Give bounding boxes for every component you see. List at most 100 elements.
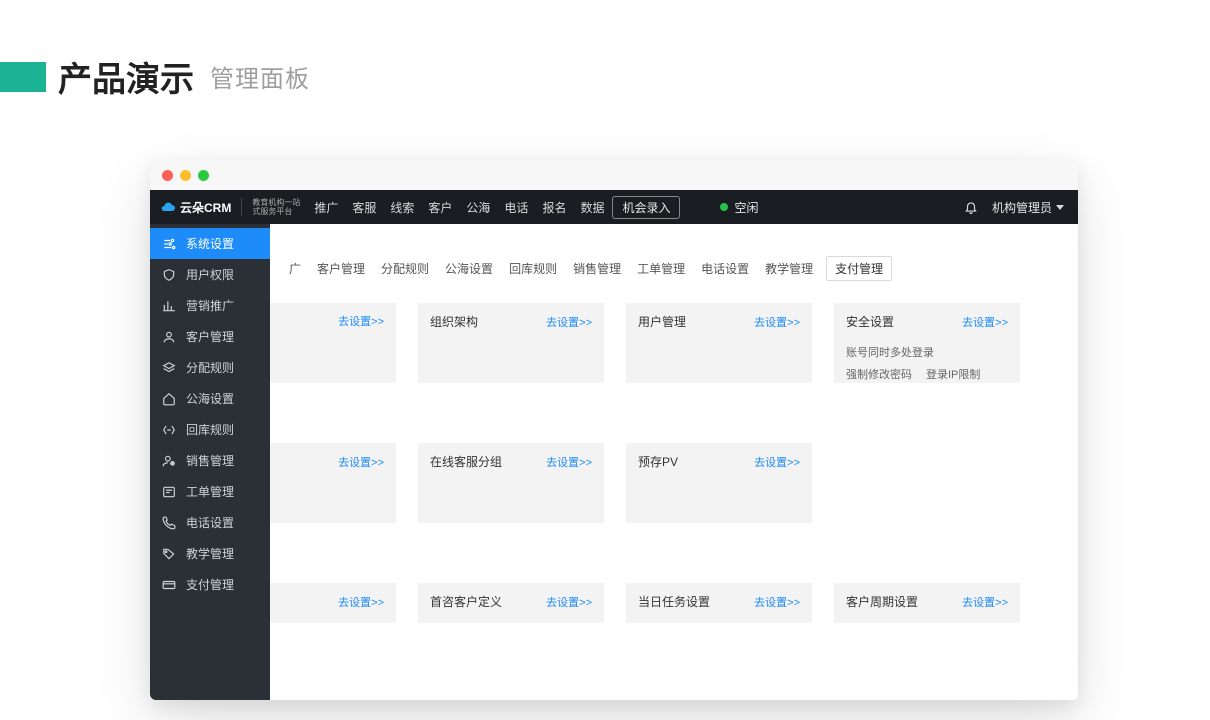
card-title: 组织架构: [430, 313, 478, 330]
go-configure-link[interactable]: 去设置>>: [754, 454, 800, 470]
sidebar-item-0[interactable]: 系统设置: [150, 228, 270, 259]
sales-icon: [162, 454, 176, 468]
divider: [241, 198, 242, 216]
nav-item-5[interactable]: 电话: [504, 199, 528, 216]
nav-item-6[interactable]: 报名: [542, 199, 566, 216]
tab-3[interactable]: 公海设置: [442, 256, 496, 281]
nav-item-0[interactable]: 推广: [314, 199, 338, 216]
slide-title: 产品演示: [58, 52, 194, 101]
go-configure-link[interactable]: 去设置>>: [546, 594, 592, 610]
chevron-down-icon: [1056, 205, 1064, 210]
settings-card-grid: 去设置>>组织架构去设置>>用户管理去设置>>安全设置去设置>>账号同时多处登录…: [270, 303, 1062, 623]
nav-item-7[interactable]: 数据: [580, 199, 604, 216]
window-close-button[interactable]: [162, 170, 173, 181]
record-opportunity-button[interactable]: 机会录入: [612, 196, 680, 219]
sidebar-item-11[interactable]: 支付管理: [150, 569, 270, 600]
sidebar-item-label: 回库规则: [186, 421, 234, 438]
tab-0[interactable]: 广: [286, 256, 304, 281]
cloud-icon: [160, 201, 176, 213]
slide-header: 产品演示 管理面板: [0, 52, 310, 101]
slide-subtitle: 管理面板: [210, 59, 310, 94]
sidebar-item-label: 工单管理: [186, 483, 234, 500]
sidebar-item-label: 客户管理: [186, 328, 234, 345]
accent-bar: [0, 62, 46, 92]
notifications-button[interactable]: [964, 200, 978, 214]
tag-icon: [162, 547, 176, 561]
card-title: 在线客服分组: [430, 453, 502, 470]
tab-8[interactable]: 教学管理: [762, 256, 816, 281]
sidebar-item-9[interactable]: 电话设置: [150, 507, 270, 538]
sidebar-item-5[interactable]: 公海设置: [150, 383, 270, 414]
settings-card: 预存PV 去设置>>: [626, 443, 812, 523]
go-configure-link[interactable]: 去设置>>: [546, 454, 592, 470]
nav-item-1[interactable]: 客服: [352, 199, 376, 216]
status-label: 空闲: [734, 199, 758, 216]
sidebar-item-10[interactable]: 教学管理: [150, 538, 270, 569]
settings-card: 在线客服分组 去设置>>: [418, 443, 604, 523]
nav-item-3[interactable]: 客户: [428, 199, 452, 216]
sidebar-item-label: 用户权限: [186, 266, 234, 283]
brand-name: 云朵CRM: [180, 199, 231, 216]
layers-icon: [162, 361, 176, 375]
settings-card: 客户周期设置去设置>>: [834, 583, 1020, 623]
sliders-icon: [162, 237, 176, 251]
user-menu[interactable]: 机构管理员: [992, 199, 1064, 216]
sidebar-item-6[interactable]: 回库规则: [150, 414, 270, 445]
go-configure-link[interactable]: 去设置>>: [338, 454, 384, 470]
card-title: 预存PV: [638, 453, 678, 470]
go-configure-link[interactable]: 去设置>>: [754, 314, 800, 330]
sidebar-item-1[interactable]: 用户权限: [150, 259, 270, 290]
settings-card: 则去设置>>: [270, 583, 396, 623]
sidebar-item-label: 电话设置: [186, 514, 234, 531]
settings-card: 用户管理 去设置>>: [626, 303, 812, 383]
nav-item-4[interactable]: 公海: [466, 199, 490, 216]
tab-4[interactable]: 回库规则: [506, 256, 560, 281]
settings-card: 当日任务设置去设置>>: [626, 583, 812, 623]
user-icon: [162, 330, 176, 344]
tab-1[interactable]: 客户管理: [314, 256, 368, 281]
sidebar-item-label: 支付管理: [186, 576, 234, 593]
card-title: 用户管理: [638, 313, 686, 330]
app-body: 系统设置用户权限营销推广客户管理分配规则公海设置回库规则销售管理工单管理电话设置…: [150, 224, 1078, 700]
settings-card: 首咨客户定义去设置>>: [418, 583, 604, 623]
settings-tabbar: 广客户管理分配规则公海设置回库规则销售管理工单管理电话设置教学管理支付管理: [286, 256, 1062, 281]
sidebar-item-label: 公海设置: [186, 390, 234, 407]
sidebar-item-label: 教学管理: [186, 545, 234, 562]
sidebar-item-label: 销售管理: [186, 452, 234, 469]
card-subitem: 强制修改密码: [846, 366, 912, 382]
house-icon: [162, 392, 176, 406]
brand-tagline: 教育机构一站 式服务平台: [252, 198, 300, 216]
settings-card: 去设置>>: [270, 303, 396, 383]
go-configure-link[interactable]: 去设置>>: [338, 594, 384, 610]
window-minimize-button[interactable]: [180, 170, 191, 181]
go-configure-link[interactable]: 去设置>>: [338, 313, 384, 329]
shield-icon: [162, 268, 176, 282]
sidebar-item-4[interactable]: 分配规则: [150, 352, 270, 383]
sidebar-item-2[interactable]: 营销推广: [150, 290, 270, 321]
phone-icon: [162, 516, 176, 530]
tab-7[interactable]: 电话设置: [698, 256, 752, 281]
go-configure-link[interactable]: 去设置>>: [546, 314, 592, 330]
tab-9[interactable]: 支付管理: [826, 256, 892, 281]
window-maximize-button[interactable]: [198, 170, 209, 181]
sidebar-item-3[interactable]: 客户管理: [150, 321, 270, 352]
sidebar-item-8[interactable]: 工单管理: [150, 476, 270, 507]
sidebar-item-label: 系统设置: [186, 235, 234, 252]
sidebar-item-label: 营销推广: [186, 297, 234, 314]
go-configure-link[interactable]: 去设置>>: [962, 314, 1008, 330]
tab-6[interactable]: 工单管理: [634, 256, 688, 281]
tab-5[interactable]: 销售管理: [570, 256, 624, 281]
settings-card: 安全设置去设置>>账号同时多处登录强制修改密码登录IP限制: [834, 303, 1020, 383]
ticket-icon: [162, 485, 176, 499]
sidebar-item-7[interactable]: 销售管理: [150, 445, 270, 476]
go-configure-link[interactable]: 去设置>>: [962, 594, 1008, 610]
tab-2[interactable]: 分配规则: [378, 256, 432, 281]
sidebar-item-label: 分配规则: [186, 359, 234, 376]
settings-card: 组织架构 去设置>>: [418, 303, 604, 383]
user-label: 机构管理员: [992, 199, 1052, 216]
card-subitem: 登录IP限制: [926, 366, 980, 382]
brand-logo: 云朵CRM 教育机构一站 式服务平台: [160, 198, 300, 216]
go-configure-link[interactable]: 去设置>>: [754, 594, 800, 610]
card-subitem: 账号同时多处登录: [846, 344, 934, 360]
nav-item-2[interactable]: 线索: [390, 199, 414, 216]
